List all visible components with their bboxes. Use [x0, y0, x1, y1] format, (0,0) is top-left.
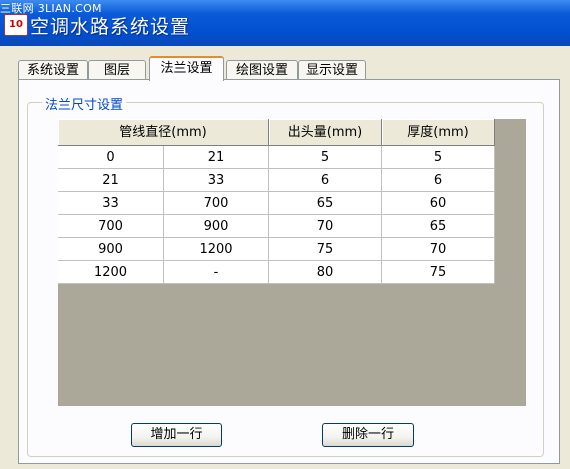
cell-diameter-min[interactable]: 700	[58, 215, 164, 238]
tab-system-settings[interactable]: 系统设置	[18, 60, 88, 79]
cell-diameter-max[interactable]: 33	[164, 169, 269, 192]
delete-row-button[interactable]: 删除一行	[322, 423, 414, 447]
header-thickness[interactable]: 厚度(mm)	[382, 119, 495, 146]
table-row[interactable]: 0 21 5 5	[58, 146, 495, 169]
cell-diameter-min[interactable]: 21	[58, 169, 164, 192]
table-row[interactable]: 21 33 6 6	[58, 169, 495, 192]
tab-flange-settings[interactable]: 法兰设置	[149, 56, 224, 81]
tab-display-settings[interactable]: 显示设置	[298, 60, 366, 79]
watermark: 三联网 3LIAN.COM	[0, 2, 102, 15]
cell-diameter-max[interactable]: -	[164, 261, 269, 284]
header-pipe-diameter[interactable]: 管线直径(mm)	[58, 119, 269, 146]
cell-protrusion[interactable]: 65	[269, 192, 382, 215]
cell-thickness[interactable]: 70	[382, 238, 495, 261]
cell-diameter-min[interactable]: 0	[58, 146, 164, 169]
cell-protrusion[interactable]: 5	[269, 146, 382, 169]
cell-thickness[interactable]: 60	[382, 192, 495, 215]
cell-protrusion[interactable]: 70	[269, 215, 382, 238]
cell-diameter-max[interactable]: 700	[164, 192, 269, 215]
tab-layers[interactable]: 图层	[88, 60, 146, 79]
cell-diameter-min[interactable]: 33	[58, 192, 164, 215]
title-bar[interactable]: 10 空调水路系统设置 三联网 3LIAN.COM	[0, 0, 570, 46]
cell-diameter-min[interactable]: 900	[58, 238, 164, 261]
add-row-button[interactable]: 增加一行	[131, 423, 222, 447]
table-row[interactable]: 1200 - 80 75	[58, 261, 495, 284]
window-title: 空调水路系统设置	[30, 16, 191, 38]
cell-protrusion[interactable]: 75	[269, 238, 382, 261]
cell-diameter-max[interactable]: 900	[164, 215, 269, 238]
header-protrusion[interactable]: 出头量(mm)	[269, 119, 382, 146]
cell-thickness[interactable]: 75	[382, 261, 495, 284]
cell-thickness[interactable]: 6	[382, 169, 495, 192]
table-row[interactable]: 900 1200 75 70	[58, 238, 495, 261]
group-label: 法兰尺寸设置	[42, 94, 127, 113]
table-row[interactable]: 700 900 70 65	[58, 215, 495, 238]
table-row[interactable]: 33 700 65 60	[58, 192, 495, 215]
cell-diameter-max[interactable]: 1200	[164, 238, 269, 261]
tab-drawing-settings[interactable]: 绘图设置	[226, 60, 298, 79]
cell-diameter-max[interactable]: 21	[164, 146, 269, 169]
flange-table[interactable]: 管线直径(mm) 出头量(mm) 厚度(mm) 0 21 5 5 21 33 6…	[58, 119, 526, 406]
cell-thickness[interactable]: 5	[382, 146, 495, 169]
cell-thickness[interactable]: 65	[382, 215, 495, 238]
app-icon: 10	[4, 14, 28, 36]
cell-protrusion[interactable]: 80	[269, 261, 382, 284]
cell-diameter-min[interactable]: 1200	[58, 261, 164, 284]
cell-protrusion[interactable]: 6	[269, 169, 382, 192]
